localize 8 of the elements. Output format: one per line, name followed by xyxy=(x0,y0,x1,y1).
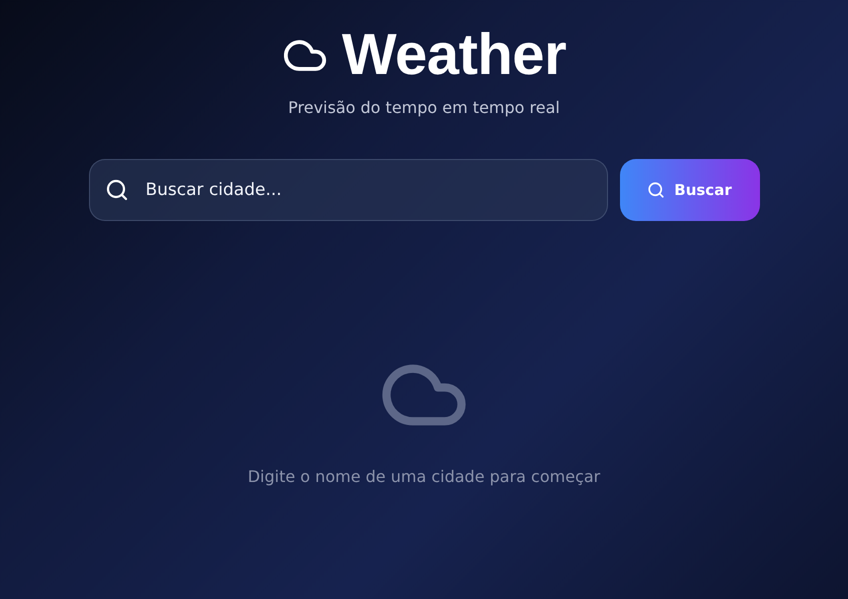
app-title: Weather xyxy=(342,22,566,88)
app-subtitle: Previsão do tempo em tempo real xyxy=(288,98,560,117)
cloud-icon xyxy=(282,38,328,72)
search-button[interactable]: Buscar xyxy=(620,159,760,221)
search-field[interactable]: Buscar cidade... xyxy=(88,159,608,221)
search-icon xyxy=(104,178,128,202)
empty-state-message: Digite o nome de uma cidade para começar xyxy=(248,467,600,486)
search-icon xyxy=(647,181,666,199)
